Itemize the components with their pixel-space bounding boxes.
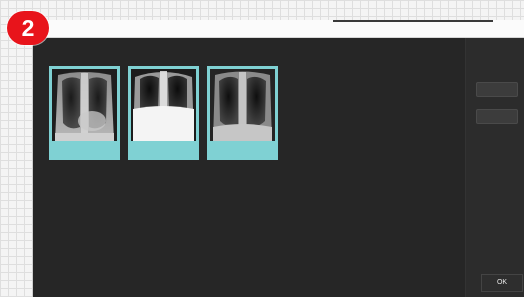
xray-thumbnail-3[interactable] bbox=[207, 66, 278, 160]
chest-xray-image-3 bbox=[210, 69, 275, 141]
thumbnail-caption-2 bbox=[131, 142, 196, 156]
xray-thumbnail-2[interactable] bbox=[128, 66, 199, 160]
thumbnail-caption-3 bbox=[210, 142, 275, 156]
side-panel bbox=[465, 38, 524, 297]
image-selection-dialog: OK bbox=[33, 20, 524, 297]
step-number-badge: 2 bbox=[7, 11, 49, 45]
ok-button[interactable]: OK bbox=[481, 274, 523, 292]
thumbnail-caption-1 bbox=[52, 142, 117, 156]
dialog-content: OK bbox=[33, 38, 524, 297]
side-button-2[interactable] bbox=[476, 109, 518, 124]
dialog-title-bar[interactable] bbox=[33, 20, 524, 38]
chest-xray-image-1 bbox=[52, 69, 117, 141]
title-bar-divider bbox=[333, 20, 493, 22]
xray-thumbnail-1[interactable] bbox=[49, 66, 120, 160]
side-button-1[interactable] bbox=[476, 82, 518, 97]
chest-xray-image-2 bbox=[131, 69, 196, 141]
